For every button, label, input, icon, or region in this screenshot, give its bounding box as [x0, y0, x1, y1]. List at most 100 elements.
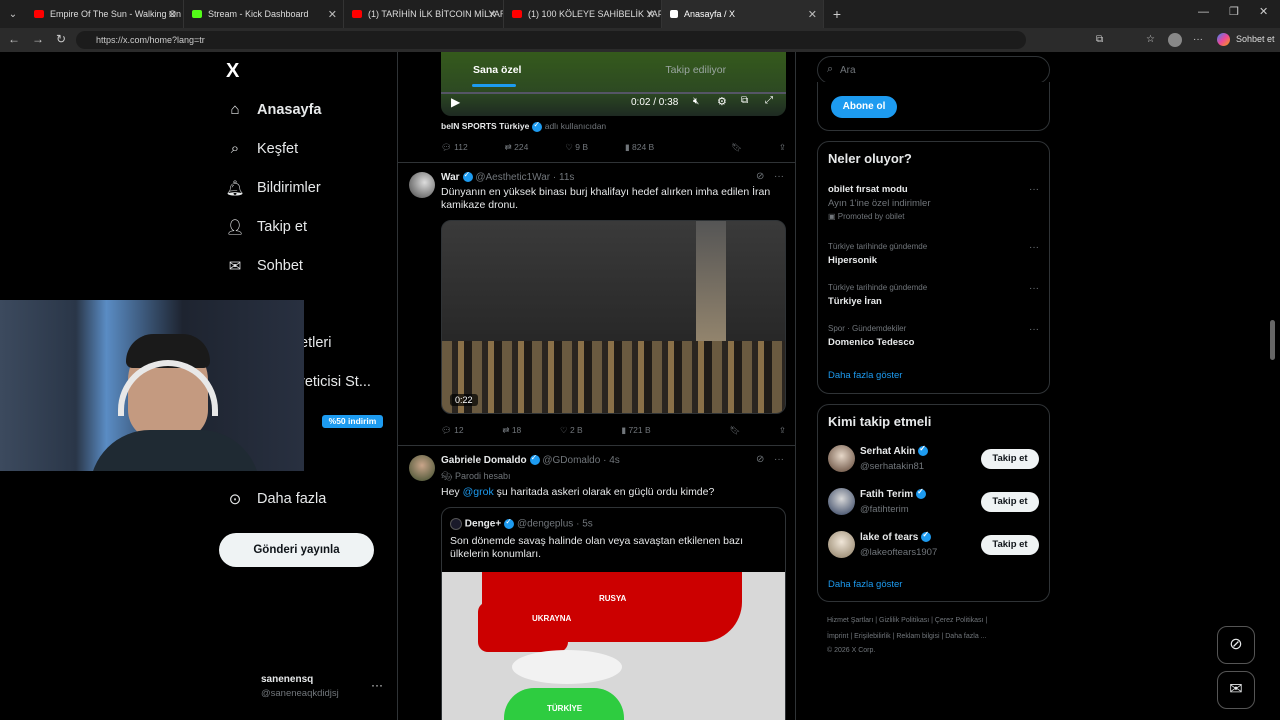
minimize-button[interactable]: —: [1198, 6, 1209, 18]
play-icon[interactable]: ▶: [451, 95, 460, 109]
verified-icon: [532, 120, 543, 132]
close-icon[interactable]: ✕: [488, 8, 497, 21]
post-button[interactable]: Gönderi yayınla: [219, 533, 374, 567]
browser-tab[interactable]: (1) TARİHİN İLK BİTCOIN MİLYARDE ✕: [344, 0, 504, 28]
who-title: Kimi takip etmeli: [828, 414, 932, 429]
profile-avatar[interactable]: [1168, 33, 1182, 47]
timeline: Sana özel Takip ediliyor ▶ 0:02 / 0:38 🔇…: [397, 52, 796, 720]
x-logo[interactable]: X: [226, 60, 239, 83]
follow-button[interactable]: Takip et: [981, 449, 1039, 469]
tweet-video[interactable]: 0:22: [441, 220, 786, 414]
browser-tab-bar: ⌄ Empire Of The Sun - Walking On A ✕ Stre…: [0, 0, 1280, 28]
footer-links[interactable]: Hizmet Şartları | Gizlilik Politikası | …: [827, 617, 987, 624]
close-icon[interactable]: ✕: [808, 8, 817, 21]
mail-icon: ✉: [1229, 681, 1243, 698]
like-button[interactable]: ♡ 2 B: [560, 425, 583, 436]
sidebar-item-creator-studio[interactable]: reticisi St...: [300, 374, 371, 390]
extensions-icon[interactable]: ⧉: [1096, 34, 1103, 45]
sidebar-item-more[interactable]: ⊙ Daha fazla: [225, 490, 327, 508]
premium-card: Abone ol: [817, 82, 1050, 131]
sidebar-item-explore[interactable]: ⌕ Keşfet: [225, 140, 298, 157]
sidebar-item-follow[interactable]: 👤︎ Takip et: [225, 218, 307, 236]
grok-fab-button[interactable]: ⊘: [1217, 626, 1255, 664]
more-dots-icon[interactable]: ···: [1029, 242, 1039, 253]
account-switcher[interactable]: sanenensq @saneneaqkdidjsj ···: [261, 674, 391, 699]
reply-button[interactable]: 💬︎ 112: [441, 142, 468, 153]
tab-menu-button[interactable]: ⌄: [0, 9, 26, 20]
sidebar-item-bookmarks[interactable]: etleri: [300, 335, 331, 351]
browser-tab[interactable]: Empire Of The Sun - Walking On A ✕: [26, 0, 184, 28]
follow-button[interactable]: Takip et: [981, 535, 1039, 555]
more-dots-icon[interactable]: ···: [1029, 324, 1039, 335]
tab-following[interactable]: Takip ediliyor: [597, 52, 796, 88]
retweet-button[interactable]: ⇄ 224: [505, 142, 529, 153]
avatar[interactable]: [409, 455, 435, 481]
follow-button[interactable]: Takip et: [981, 492, 1039, 512]
mute-icon[interactable]: 🔇︎: [693, 96, 699, 107]
author-handle[interactable]: @Aesthetic1War: [475, 172, 550, 183]
trend-item[interactable]: Spor · Gündemdekiler Domenico Tedesco ··…: [828, 324, 1043, 348]
new-tab-button[interactable]: +: [824, 6, 850, 22]
more-dots-icon[interactable]: ···: [1029, 283, 1039, 294]
grok-icon[interactable]: ⊘: [756, 171, 764, 182]
divider: [398, 162, 795, 163]
like-button[interactable]: ♡ 9 B: [565, 142, 588, 153]
more-dots-icon[interactable]: ···: [774, 171, 784, 182]
search-input[interactable]: ⌕ Ara: [817, 56, 1050, 84]
show-more-link[interactable]: Daha fazla göster: [828, 579, 902, 590]
tweet-time[interactable]: 4s: [609, 455, 620, 466]
messages-fab-button[interactable]: ✉: [1217, 671, 1255, 709]
trend-item[interactable]: Türkiye tarihinde gündemde Hipersonik ··…: [828, 242, 1043, 266]
footer-links[interactable]: İmprint | Erişilebilirlik | Reklam bilgi…: [827, 633, 987, 640]
more-dots-icon[interactable]: ···: [1029, 184, 1039, 195]
fullscreen-icon[interactable]: ⤢: [765, 95, 773, 106]
close-window-button[interactable]: ✕: [1259, 5, 1268, 18]
bookmark-icon[interactable]: 🔖︎: [731, 142, 742, 153]
menu-dots-icon[interactable]: ···: [1193, 34, 1203, 45]
more-dots-icon[interactable]: ···: [371, 678, 383, 692]
avatar[interactable]: [409, 172, 435, 198]
chat-button[interactable]: Sohbet et: [1236, 34, 1275, 44]
video-progress-bar[interactable]: [441, 92, 786, 94]
reload-icon[interactable]: ↻: [56, 32, 66, 46]
share-icon[interactable]: ⇪: [779, 142, 786, 153]
more-dots-icon[interactable]: ···: [774, 454, 784, 465]
sidebar-item-notifications[interactable]: 🔔︎ Bildirimler: [225, 179, 320, 197]
tweet-time[interactable]: 11s: [559, 172, 574, 183]
back-icon[interactable]: ←: [8, 32, 20, 46]
share-icon[interactable]: ⇪: [779, 425, 786, 436]
forward-icon[interactable]: →: [32, 32, 44, 46]
author-name[interactable]: War: [441, 172, 460, 183]
browser-toolbar: ← → ↻ https://x.com/home?lang=tr ⧉ ☆ ···…: [0, 28, 1280, 52]
subscribe-button[interactable]: Abone ol: [831, 96, 897, 118]
browser-tab[interactable]: (1) 100 KÖLEYE SAHİBELİK YAPTIM✕: [504, 0, 662, 28]
author-name[interactable]: Gabriele Domaldo: [441, 455, 527, 466]
views-button[interactable]: ▮ 824 B: [625, 142, 654, 153]
sidebar-item-home[interactable]: ⌂ Anasayfa: [225, 101, 321, 118]
author-handle[interactable]: @GDomaldo: [542, 455, 600, 466]
views-button[interactable]: ▮ 721 B: [621, 425, 650, 436]
show-more-link[interactable]: Daha fazla göster: [828, 370, 902, 381]
restore-button[interactable]: ❐: [1229, 5, 1239, 18]
browser-tab-active[interactable]: Anasayfa / X ✕: [662, 0, 824, 28]
trend-item[interactable]: obilet fırsat modu Ayın 1'ine özel indir…: [828, 184, 1043, 221]
trend-item[interactable]: Türkiye tarihinde gündemde Türkiye İran …: [828, 283, 1043, 307]
browser-tab[interactable]: Stream - Kick Dashboard ✕: [184, 0, 344, 28]
favorites-icon[interactable]: ☆: [1146, 34, 1155, 45]
page-scrollbar[interactable]: [1270, 320, 1275, 360]
address-bar[interactable]: https://x.com/home?lang=tr: [76, 31, 1026, 49]
close-icon[interactable]: ✕: [328, 8, 337, 21]
close-icon[interactable]: ✕: [168, 8, 177, 21]
reply-button[interactable]: 💬︎ 12: [441, 425, 464, 436]
retweet-button[interactable]: ⇄ 18: [502, 425, 521, 436]
close-icon[interactable]: ✕: [646, 8, 655, 21]
grok-icon[interactable]: ⊘: [756, 454, 764, 465]
settings-icon[interactable]: ⚙: [717, 95, 727, 108]
tab-for-you[interactable]: Sana özel: [398, 52, 597, 88]
bookmark-icon[interactable]: 🔖︎: [729, 425, 740, 436]
map-label: UKRAYNA: [532, 614, 572, 623]
quoted-tweet[interactable]: Denge+ @dengeplus · 5s Son dönemde savaş…: [441, 507, 786, 720]
mention-link[interactable]: @grok: [463, 486, 494, 498]
sidebar-item-chat[interactable]: ✉ Sohbet: [225, 257, 303, 275]
pip-icon[interactable]: ⧉: [741, 95, 748, 106]
